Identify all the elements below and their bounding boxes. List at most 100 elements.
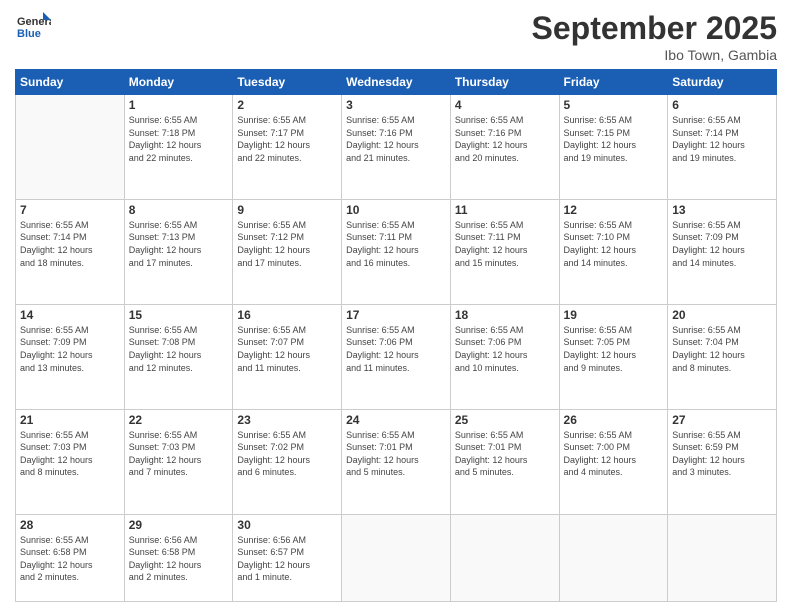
day-info: Sunrise: 6:55 AMSunset: 7:15 PMDaylight:… bbox=[564, 114, 664, 164]
day-info: Sunrise: 6:55 AMSunset: 7:06 PMDaylight:… bbox=[455, 324, 555, 374]
weekday-thursday: Thursday bbox=[450, 70, 559, 95]
weekday-tuesday: Tuesday bbox=[233, 70, 342, 95]
day-cell: 15 Sunrise: 6:55 AMSunset: 7:08 PMDayligh… bbox=[124, 304, 233, 409]
day-number: 2 bbox=[237, 98, 337, 112]
day-cell: 25 Sunrise: 6:55 AMSunset: 7:01 PMDayligh… bbox=[450, 409, 559, 514]
day-cell: 30 Sunrise: 6:56 AMSunset: 6:57 PMDayligh… bbox=[233, 514, 342, 602]
day-cell: 4Sunrise: 6:55 AMSunset: 7:16 PMDaylight… bbox=[450, 95, 559, 200]
day-cell: 8 Sunrise: 6:55 AMSunset: 7:13 PMDaylight… bbox=[124, 199, 233, 304]
week-row-3: 14 Sunrise: 6:55 AMSunset: 7:09 PMDayligh… bbox=[16, 304, 777, 409]
day-info: Sunrise: 6:55 AMSunset: 6:58 PMDaylight:… bbox=[20, 534, 120, 584]
day-info: Sunrise: 6:55 AMSunset: 7:08 PMDaylight:… bbox=[129, 324, 229, 374]
weekday-header-row: SundayMondayTuesdayWednesdayThursdayFrid… bbox=[16, 70, 777, 95]
day-info: Sunrise: 6:55 AMSunset: 7:09 PMDaylight:… bbox=[20, 324, 120, 374]
day-number: 23 bbox=[237, 413, 337, 427]
day-cell: 19 Sunrise: 6:55 AMSunset: 7:05 PMDayligh… bbox=[559, 304, 668, 409]
day-number: 11 bbox=[455, 203, 555, 217]
day-cell: 9 Sunrise: 6:55 AMSunset: 7:12 PMDaylight… bbox=[233, 199, 342, 304]
day-number: 1 bbox=[129, 98, 229, 112]
day-number: 6 bbox=[672, 98, 772, 112]
day-info: Sunrise: 6:55 AMSunset: 7:11 PMDaylight:… bbox=[455, 219, 555, 269]
day-number: 17 bbox=[346, 308, 446, 322]
day-number: 3 bbox=[346, 98, 446, 112]
day-cell: 13Sunrise: 6:55 AMSunset: 7:09 PMDayligh… bbox=[668, 199, 777, 304]
day-info: Sunrise: 6:55 AMSunset: 7:04 PMDaylight:… bbox=[672, 324, 772, 374]
calendar-table: SundayMondayTuesdayWednesdayThursdayFrid… bbox=[15, 69, 777, 602]
day-cell: 1 Sunrise: 6:55 AMSunset: 7:18 PMDaylight… bbox=[124, 95, 233, 200]
weekday-wednesday: Wednesday bbox=[342, 70, 451, 95]
day-cell: 17Sunrise: 6:55 AMSunset: 7:06 PMDayligh… bbox=[342, 304, 451, 409]
week-row-2: 7Sunrise: 6:55 AMSunset: 7:14 PMDaylight… bbox=[16, 199, 777, 304]
day-cell: 2 Sunrise: 6:55 AMSunset: 7:17 PMDaylight… bbox=[233, 95, 342, 200]
day-info: Sunrise: 6:55 AMSunset: 7:10 PMDaylight:… bbox=[564, 219, 664, 269]
header: General Blue September 2025 Ibo Town, Ga… bbox=[15, 10, 777, 63]
day-cell: 29 Sunrise: 6:56 AMSunset: 6:58 PMDayligh… bbox=[124, 514, 233, 602]
svg-text:Blue: Blue bbox=[17, 28, 41, 40]
day-info: Sunrise: 6:55 AMSunset: 7:14 PMDaylight:… bbox=[20, 219, 120, 269]
month-title: September 2025 bbox=[532, 10, 777, 47]
day-info: Sunrise: 6:55 AMSunset: 7:03 PMDaylight:… bbox=[20, 429, 120, 479]
day-number: 19 bbox=[564, 308, 664, 322]
day-number: 27 bbox=[672, 413, 772, 427]
day-cell bbox=[16, 95, 125, 200]
day-number: 28 bbox=[20, 518, 120, 532]
page: General Blue September 2025 Ibo Town, Ga… bbox=[0, 0, 792, 612]
day-cell: 21 Sunrise: 6:55 AMSunset: 7:03 PMDayligh… bbox=[16, 409, 125, 514]
weekday-monday: Monday bbox=[124, 70, 233, 95]
day-info: Sunrise: 6:55 AMSunset: 7:05 PMDaylight:… bbox=[564, 324, 664, 374]
day-cell: 6 Sunrise: 6:55 AMSunset: 7:14 PMDaylight… bbox=[668, 95, 777, 200]
weekday-sunday: Sunday bbox=[16, 70, 125, 95]
day-cell: 7Sunrise: 6:55 AMSunset: 7:14 PMDaylight… bbox=[16, 199, 125, 304]
weekday-friday: Friday bbox=[559, 70, 668, 95]
day-cell: 27 Sunrise: 6:55 AMSunset: 6:59 PMDayligh… bbox=[668, 409, 777, 514]
day-number: 8 bbox=[129, 203, 229, 217]
day-info: Sunrise: 6:55 AMSunset: 7:17 PMDaylight:… bbox=[237, 114, 337, 164]
day-cell: 18 Sunrise: 6:55 AMSunset: 7:06 PMDayligh… bbox=[450, 304, 559, 409]
day-cell: 10 Sunrise: 6:55 AMSunset: 7:11 PMDayligh… bbox=[342, 199, 451, 304]
day-cell bbox=[342, 514, 451, 602]
day-number: 9 bbox=[237, 203, 337, 217]
day-info: Sunrise: 6:55 AMSunset: 7:03 PMDaylight:… bbox=[129, 429, 229, 479]
day-info: Sunrise: 6:55 AMSunset: 7:18 PMDaylight:… bbox=[129, 114, 229, 164]
day-cell: 14 Sunrise: 6:55 AMSunset: 7:09 PMDayligh… bbox=[16, 304, 125, 409]
day-info: Sunrise: 6:55 AMSunset: 6:59 PMDaylight:… bbox=[672, 429, 772, 479]
day-number: 26 bbox=[564, 413, 664, 427]
day-number: 14 bbox=[20, 308, 120, 322]
day-number: 25 bbox=[455, 413, 555, 427]
day-cell: 23 Sunrise: 6:55 AMSunset: 7:02 PMDayligh… bbox=[233, 409, 342, 514]
day-number: 18 bbox=[455, 308, 555, 322]
day-cell: 22Sunrise: 6:55 AMSunset: 7:03 PMDayligh… bbox=[124, 409, 233, 514]
day-cell: 3 Sunrise: 6:55 AMSunset: 7:16 PMDaylight… bbox=[342, 95, 451, 200]
day-info: Sunrise: 6:55 AMSunset: 7:00 PMDaylight:… bbox=[564, 429, 664, 479]
week-row-5: 28 Sunrise: 6:55 AMSunset: 6:58 PMDayligh… bbox=[16, 514, 777, 602]
day-info: Sunrise: 6:55 AMSunset: 7:13 PMDaylight:… bbox=[129, 219, 229, 269]
weekday-saturday: Saturday bbox=[668, 70, 777, 95]
logo-svg: General Blue bbox=[15, 10, 51, 46]
day-number: 13 bbox=[672, 203, 772, 217]
day-cell: 28 Sunrise: 6:55 AMSunset: 6:58 PMDayligh… bbox=[16, 514, 125, 602]
day-info: Sunrise: 6:56 AMSunset: 6:57 PMDaylight:… bbox=[237, 534, 337, 584]
day-info: Sunrise: 6:55 AMSunset: 7:12 PMDaylight:… bbox=[237, 219, 337, 269]
day-cell bbox=[450, 514, 559, 602]
day-number: 30 bbox=[237, 518, 337, 532]
day-info: Sunrise: 6:55 AMSunset: 7:11 PMDaylight:… bbox=[346, 219, 446, 269]
day-number: 12 bbox=[564, 203, 664, 217]
day-info: Sunrise: 6:55 AMSunset: 7:14 PMDaylight:… bbox=[672, 114, 772, 164]
day-number: 29 bbox=[129, 518, 229, 532]
day-info: Sunrise: 6:55 AMSunset: 7:16 PMDaylight:… bbox=[346, 114, 446, 164]
day-number: 15 bbox=[129, 308, 229, 322]
day-cell: 26 Sunrise: 6:55 AMSunset: 7:00 PMDayligh… bbox=[559, 409, 668, 514]
week-row-1: 1 Sunrise: 6:55 AMSunset: 7:18 PMDaylight… bbox=[16, 95, 777, 200]
day-cell bbox=[668, 514, 777, 602]
logo: General Blue bbox=[15, 10, 51, 46]
day-info: Sunrise: 6:55 AMSunset: 7:01 PMDaylight:… bbox=[455, 429, 555, 479]
day-info: Sunrise: 6:55 AMSunset: 7:07 PMDaylight:… bbox=[237, 324, 337, 374]
day-cell bbox=[559, 514, 668, 602]
day-cell: 24Sunrise: 6:55 AMSunset: 7:01 PMDayligh… bbox=[342, 409, 451, 514]
day-number: 21 bbox=[20, 413, 120, 427]
day-info: Sunrise: 6:56 AMSunset: 6:58 PMDaylight:… bbox=[129, 534, 229, 584]
day-number: 10 bbox=[346, 203, 446, 217]
title-block: September 2025 Ibo Town, Gambia bbox=[532, 10, 777, 63]
day-number: 20 bbox=[672, 308, 772, 322]
day-info: Sunrise: 6:55 AMSunset: 7:02 PMDaylight:… bbox=[237, 429, 337, 479]
